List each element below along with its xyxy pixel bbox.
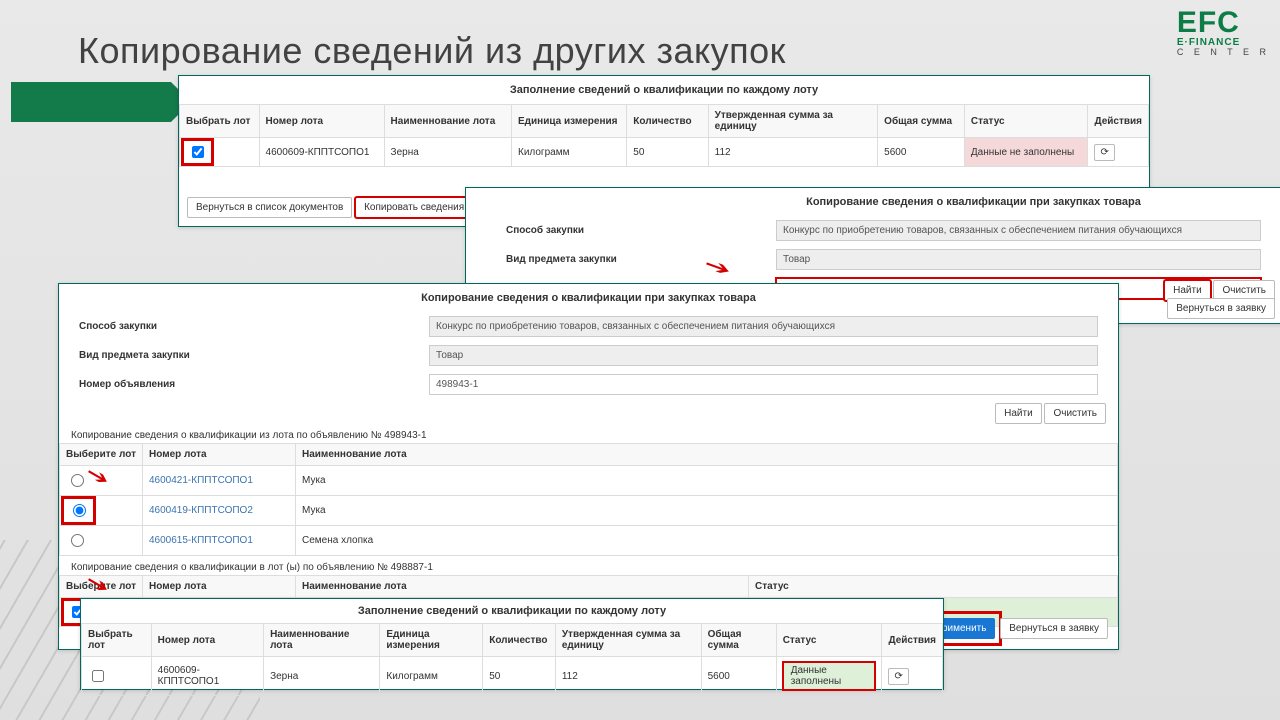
back-to-request-button[interactable]: Вернуться в заявку — [1167, 298, 1275, 319]
panel3-heading: Копирование сведения о квалификации при … — [59, 284, 1118, 312]
lot-link[interactable]: 4600419-КППТСОПО2 — [143, 496, 296, 526]
status-badge: Данные заполнены — [783, 662, 876, 690]
select-lot-radio[interactable] — [73, 504, 86, 517]
reload-icon[interactable]: ⟳ — [1094, 144, 1114, 161]
select-lot-radio[interactable] — [71, 474, 84, 487]
source-lots-table: Выберите лот Номер лота Наименнование ло… — [59, 443, 1118, 556]
panel-copy-main: Копирование сведения о квалификации при … — [58, 283, 1119, 650]
lot-link[interactable]: 4600615-КППТСОПО1 — [143, 526, 296, 556]
table-row: 4600421-КППТСОПО1 Мука — [60, 466, 1118, 496]
method-field: Конкурс по приобретению товаров, связанн… — [429, 316, 1098, 337]
select-lot-checkbox[interactable] — [92, 670, 104, 682]
clear-button[interactable]: Очистить — [1044, 403, 1106, 424]
panel4-table: Выбрать лот Номер лота Наименнование лот… — [81, 623, 943, 696]
back-to-docs-button[interactable]: Вернуться в список документов — [187, 197, 352, 218]
panel-lot-fill-result: Заполнение сведений о квалификации по ка… — [80, 598, 944, 690]
table-row: 4600609-КППТСОПО1 Зерна Килограмм 50 112… — [180, 138, 1149, 167]
panel2-heading: Копирование сведения о квалификации при … — [466, 188, 1280, 216]
method-field: Конкурс по приобретению товаров, связанн… — [776, 220, 1261, 241]
table-row: 4600419-КППТСОПО2 Мука — [60, 496, 1118, 526]
select-lot-radio[interactable] — [71, 534, 84, 547]
efc-logo: EFC E·FINANCE C E N T E R — [1177, 8, 1270, 57]
subject-field: Товар — [429, 345, 1098, 366]
table-row: 4600615-КППТСОПО1 Семена хлопка — [60, 526, 1118, 556]
table-row: 4600609-КППТСОПО1 Зерна Килограмм 50 112… — [82, 657, 943, 696]
slide-title: Копирование сведений из других закупок — [78, 30, 786, 72]
find-button[interactable]: Найти — [995, 403, 1042, 424]
status-badge: Данные не заполнены — [964, 138, 1088, 167]
select-lot-checkbox[interactable] — [192, 146, 204, 158]
subject-field: Товар — [776, 249, 1261, 270]
reload-icon[interactable]: ⟳ — [888, 668, 908, 685]
panel1-table: Выбрать лот Номер лота Наименнование лот… — [179, 104, 1149, 167]
arrow-banner — [11, 82, 171, 122]
subheading-from: Копирование сведения о квалификации из л… — [59, 428, 1118, 443]
subheading-to: Копирование сведения о квалификации в ло… — [59, 556, 1118, 575]
back-to-request-button[interactable]: Вернуться в заявку — [1000, 618, 1108, 639]
lot-link[interactable]: 4600421-КППТСОПО1 — [143, 466, 296, 496]
announcement-number-input[interactable]: 498943-1 — [429, 374, 1098, 395]
panel1-heading: Заполнение сведений о квалификации по ка… — [179, 76, 1149, 104]
panel4-heading: Заполнение сведений о квалификации по ка… — [81, 599, 943, 623]
